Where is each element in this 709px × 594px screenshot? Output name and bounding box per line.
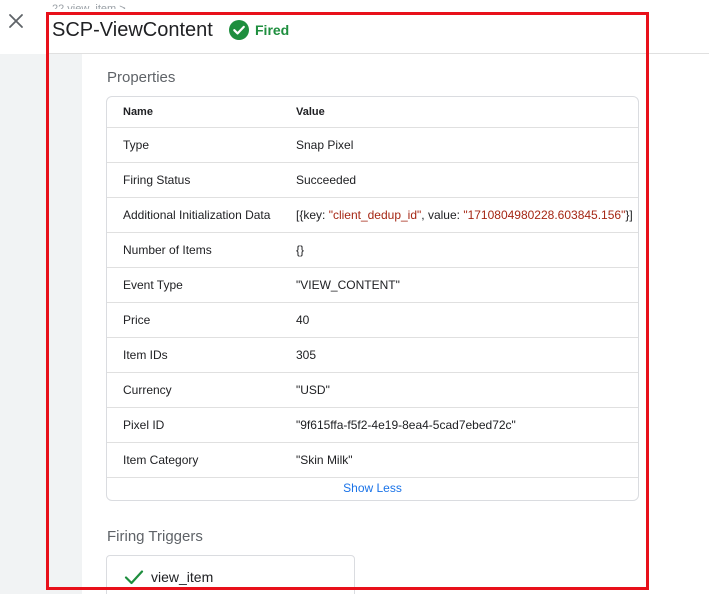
column-header-name: Name: [107, 97, 280, 128]
value-suffix: }]: [625, 207, 633, 222]
property-value: 305: [280, 337, 638, 373]
property-value: 40: [280, 302, 638, 338]
column-header-value: Value: [280, 97, 638, 128]
close-button[interactable]: [5, 10, 27, 32]
close-icon: [9, 14, 23, 28]
properties-table: Name Value Type Snap Pixel Firing Status…: [107, 97, 638, 478]
properties-card: Name Value Type Snap Pixel Firing Status…: [106, 96, 639, 501]
property-value: "9f615ffa-f5f2-4e19-8ea4-5cad7ebed72c": [280, 407, 638, 443]
table-row: Item IDs 305: [107, 337, 638, 373]
property-value: {}: [280, 232, 638, 268]
property-name: Firing Status: [107, 162, 280, 198]
property-value: "USD": [280, 372, 638, 408]
status-label: Fired: [255, 22, 290, 38]
property-name: Currency: [107, 372, 280, 408]
property-name: Price: [107, 302, 280, 338]
trigger-item[interactable]: view_item: [106, 555, 355, 594]
table-row: Currency "USD": [107, 372, 638, 408]
property-name: Item Category: [107, 442, 280, 478]
check-circle-icon: [229, 20, 249, 40]
tag-title: SCP-ViewContent: [52, 19, 213, 41]
property-name: Type: [107, 127, 280, 163]
property-name: Additional Initialization Data: [107, 197, 280, 233]
property-value: "Skin Milk": [280, 442, 638, 478]
property-name: Event Type: [107, 267, 280, 303]
value-prefix: [{key:: [296, 207, 329, 222]
table-row: Number of Items {}: [107, 232, 638, 268]
property-value: Snap Pixel: [280, 127, 638, 163]
value-mid: , value:: [421, 207, 464, 222]
firing-triggers-heading: Firing Triggers: [107, 528, 203, 545]
property-name: Number of Items: [107, 232, 280, 268]
side-band: [0, 54, 82, 594]
table-row: Pixel ID "9f615ffa-f5f2-4e19-8ea4-5cad7e…: [107, 407, 638, 443]
property-value: Succeeded: [280, 162, 638, 198]
table-row: Item Category "Skin Milk": [107, 442, 638, 478]
tag-details-panel: Properties Name Value Type Snap Pixel Fi…: [82, 54, 709, 594]
value-key: "client_dedup_id": [328, 207, 422, 222]
table-row: Type Snap Pixel: [107, 127, 638, 163]
show-less-link[interactable]: Show Less: [107, 477, 638, 500]
property-value: "VIEW_CONTENT": [280, 267, 638, 303]
table-row: Event Type "VIEW_CONTENT": [107, 267, 638, 303]
checkmark-icon: [124, 570, 144, 585]
trigger-label: view_item: [151, 569, 214, 585]
table-row: Price 40: [107, 302, 638, 338]
tag-header: SCP-ViewContent Fired: [48, 9, 709, 54]
property-name: Pixel ID: [107, 407, 280, 443]
table-row: Firing Status Succeeded: [107, 162, 638, 198]
property-value: [{key: "client_dedup_id", value: "171080…: [280, 197, 638, 233]
status-badge: Fired: [229, 19, 289, 41]
table-row: Additional Initialization Data [{key: "c…: [107, 197, 638, 233]
properties-heading: Properties: [107, 69, 176, 86]
property-name: Item IDs: [107, 337, 280, 373]
table-header-row: Name Value: [107, 97, 638, 128]
value-val: "1710804980228.603845.156": [463, 207, 626, 222]
